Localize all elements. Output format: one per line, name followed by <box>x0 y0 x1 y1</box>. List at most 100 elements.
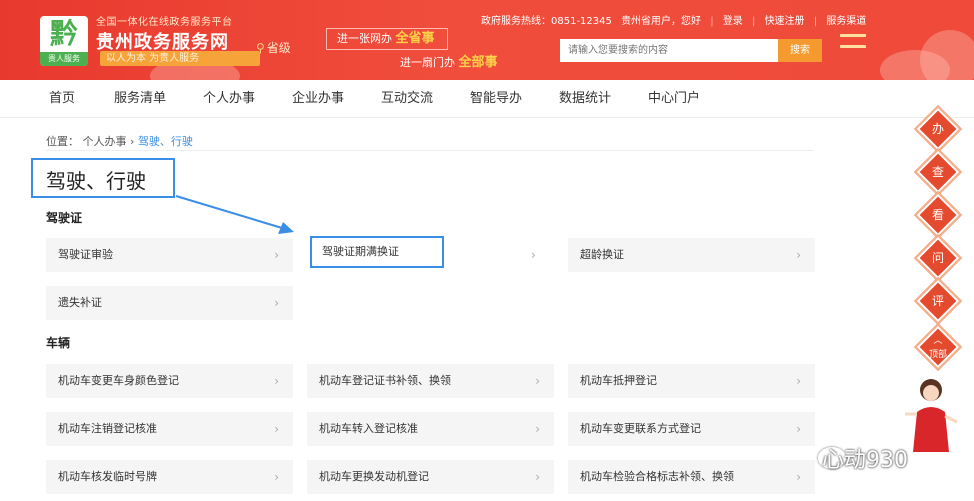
login-link[interactable]: 登录 <box>723 16 743 27</box>
chevron-right-icon: › <box>531 248 536 262</box>
service-card-label: 驾驶证期满换证 <box>322 245 399 258</box>
chevron-right-icon: › <box>535 422 540 436</box>
promo-one-text: 进一张网办 <box>337 32 392 45</box>
site-subtitle: 全国一体化在线政务服务平台 <box>96 17 233 28</box>
back-to-top-content: ︿ 顶部 <box>923 332 953 362</box>
service-card[interactable]: 机动车转入登记核准 › <box>307 412 554 446</box>
ask-icon: 问 <box>931 251 944 265</box>
location-pin-icon: ⚲ <box>256 41 265 55</box>
search-button[interactable]: 搜索 <box>778 39 822 62</box>
chevron-right-icon: › <box>796 248 801 262</box>
site-header: 黔 贵人服务 全国一体化在线政务服务平台 贵州政务服务网 以人为本 为贵人服务 … <box>0 0 974 80</box>
assistant-avatar[interactable] <box>903 374 959 452</box>
nav-item-service-list[interactable]: 服务清单 <box>114 80 166 118</box>
service-card[interactable]: 机动车登记证书补领、换领 › <box>307 364 554 398</box>
service-card-label: 机动车核发临时号牌 <box>58 470 157 483</box>
nav-item-enterprise[interactable]: 企业办事 <box>292 80 344 118</box>
user-greeting: 贵州省用户，您好 <box>621 16 702 27</box>
chevron-right-icon: › <box>796 470 801 484</box>
service-card[interactable]: 机动车变更联系方式登记 › <box>568 412 815 446</box>
promo-two-highlight: 全部事 <box>458 55 498 70</box>
logo-strip: 贵人服务 <box>40 52 88 66</box>
service-card[interactable]: 机动车抵押登记 › <box>568 364 815 398</box>
promo-banner-one: 进一张网办 全省事 <box>326 28 448 50</box>
header-cloud-decoration <box>920 30 974 80</box>
service-card[interactable]: 机动车核发临时号牌 › <box>46 460 293 494</box>
breadcrumb: 位置： 个人办事 › 驾驶、行驶 <box>46 133 193 149</box>
chevron-right-icon: › <box>796 374 801 388</box>
service-card[interactable]: 超龄换证 › <box>568 238 815 272</box>
service-card-label: 超龄换证 <box>580 248 624 261</box>
breadcrumb-prefix: 位置： <box>46 135 79 148</box>
service-card[interactable]: 驾驶证审验 › <box>46 238 293 272</box>
side-tool-rate[interactable]: 评 <box>913 276 963 326</box>
chevron-right-icon: › <box>274 374 279 388</box>
nav-item-portal[interactable]: 中心门户 <box>648 80 700 118</box>
chevron-right-icon: › <box>274 470 279 484</box>
service-card-label: 机动车检验合格标志补领、换领 <box>580 470 734 483</box>
nav-item-personal[interactable]: 个人办事 <box>203 80 255 118</box>
divider: | <box>813 16 818 27</box>
query-icon: 查 <box>931 165 944 179</box>
service-card-label: 机动车注销登记核准 <box>58 422 157 435</box>
nav-item-statistics[interactable]: 数据统计 <box>559 80 611 118</box>
side-tool-view[interactable]: 看 <box>913 190 963 240</box>
breadcrumb-current: 驾驶、行驶 <box>137 135 193 148</box>
service-card[interactable]: 机动车注销登记核准 › <box>46 412 293 446</box>
divider: | <box>752 16 756 27</box>
service-card-label: 遗失补证 <box>58 296 102 309</box>
chevron-right-icon: › <box>274 248 279 262</box>
divider <box>46 150 814 151</box>
service-card[interactable]: 机动车变更车身颜色登记 › <box>46 364 293 398</box>
service-card[interactable]: 遗失补证 › <box>46 286 293 320</box>
service-card-label: 机动车更换发动机登记 <box>319 470 429 483</box>
nav-item-smart-guide[interactable]: 智能导办 <box>470 80 522 118</box>
service-card-label: 机动车变更车身颜色登记 <box>58 374 179 387</box>
handle-icon: 办 <box>931 122 944 136</box>
main-nav: 首页 服务清单 个人办事 企业办事 互动交流 智能导办 数据统计 中心门户 <box>0 80 974 118</box>
rate-icon: 评 <box>931 294 944 308</box>
service-channel-link[interactable]: 服务渠道 <box>826 16 866 27</box>
service-card-label: 机动车变更联系方式登记 <box>580 422 701 435</box>
service-card-label: 机动车登记证书补领、换领 <box>319 374 451 387</box>
side-tool-query[interactable]: 查 <box>913 147 963 197</box>
search-input[interactable] <box>560 39 778 62</box>
region-label: 省级 <box>266 41 291 55</box>
back-to-top-button[interactable]: ︿ 顶部 <box>913 322 963 372</box>
top-utility-bar: 政府服务热线：0851-12345 贵州省用户，您好 | 登录 | 快速注册 |… <box>478 12 869 27</box>
chevron-right-icon: › <box>274 296 279 310</box>
service-card[interactable]: 机动车检验合格标志补领、换领 › <box>568 460 815 494</box>
header-ornament-icon <box>840 34 866 48</box>
site-slogan: 以人为本 为贵人服务 <box>100 51 260 66</box>
logo-character: 黔 <box>49 17 78 50</box>
service-card-label: 机动车转入登记核准 <box>319 422 418 435</box>
section-title-vehicle: 车辆 <box>46 336 71 350</box>
promo-one-highlight: 全省事 <box>395 31 435 46</box>
nav-item-interaction[interactable]: 互动交流 <box>381 80 433 118</box>
divider: | <box>710 16 714 27</box>
chevron-right-icon: › <box>796 422 801 436</box>
service-card-label: 驾驶证审验 <box>58 248 113 261</box>
site-logo[interactable]: 黔 贵人服务 <box>40 16 88 66</box>
service-card[interactable]: 机动车更换发动机登记 › <box>307 460 554 494</box>
view-icon: 看 <box>931 208 944 222</box>
section-title-license: 驾驶证 <box>46 211 83 225</box>
promo-banner-two: 进一扇门办 全部事 <box>400 51 498 70</box>
side-tool-ask[interactable]: 问 <box>913 233 963 283</box>
register-link[interactable]: 快速注册 <box>765 16 805 27</box>
watermark-text: 心动930 <box>822 448 908 473</box>
chevron-right-icon: › <box>274 422 279 436</box>
nav-item-home[interactable]: 首页 <box>49 80 75 118</box>
page-title: 驾驶、行驶 <box>46 169 146 193</box>
region-switcher[interactable]: ⚲ 省级 <box>256 39 291 56</box>
service-card-highlighted[interactable]: 驾驶证期满换证 <box>310 236 444 268</box>
chevron-right-icon: › <box>535 470 540 484</box>
back-to-top-label: 顶部 <box>928 350 947 360</box>
chevron-up-icon: ︿ <box>933 336 943 346</box>
annotation-arrow-icon <box>175 195 294 234</box>
service-card-label: 机动车抵押登记 <box>580 374 657 387</box>
breadcrumb-separator: › <box>130 135 135 148</box>
promo-two-text: 进一扇门办 <box>400 56 455 69</box>
breadcrumb-level1[interactable]: 个人办事 <box>83 135 127 148</box>
hotline-text: 政府服务热线：0851-12345 <box>481 16 612 27</box>
